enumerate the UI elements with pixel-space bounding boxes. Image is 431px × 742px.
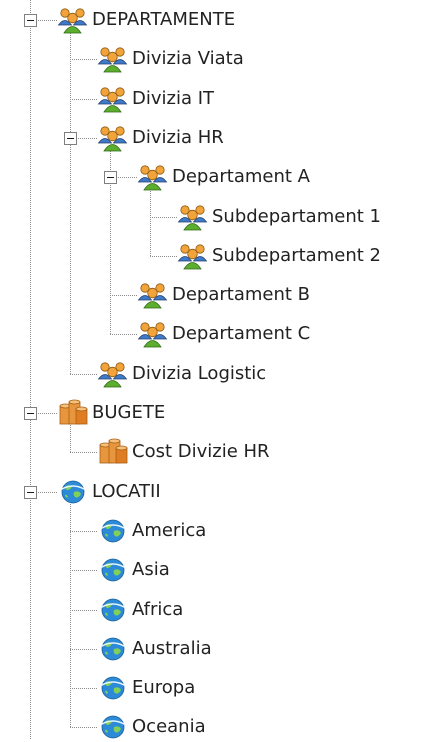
tree-node-cost-divizie-hr[interactable]: Cost Divizie HR <box>97 437 270 467</box>
tree-connector-horizontal <box>70 688 97 690</box>
globe-icon <box>97 674 129 702</box>
tree-node-subdepartament-1[interactable]: Subdepartament 1 <box>177 202 381 232</box>
tree-node-america[interactable]: America <box>97 516 206 546</box>
globe-icon <box>97 596 129 624</box>
tree-node-label: Subdepartament 2 <box>212 244 381 266</box>
tree-node-departament-b[interactable]: Departament B <box>137 280 310 310</box>
tree-node-label: Cost Divizie HR <box>132 441 270 463</box>
tree-node-label: Europa <box>132 677 196 699</box>
tree-node-label: Subdepartament 1 <box>212 205 381 227</box>
collapse-toggle-icon[interactable] <box>24 485 37 499</box>
globe-icon <box>97 517 129 545</box>
tree-node-departament-c[interactable]: Departament C <box>137 319 310 349</box>
tree-connector-vertical <box>150 189 151 256</box>
people-group-icon <box>137 320 169 348</box>
tree-node-asia[interactable]: Asia <box>97 555 170 585</box>
tree-connector-horizontal <box>70 452 97 454</box>
tree-node-label: Africa <box>132 598 184 620</box>
collapse-toggle-icon[interactable] <box>24 14 37 27</box>
globe-icon <box>97 713 129 741</box>
tree-node-divizia-logistic[interactable]: Divizia Logistic <box>97 359 266 389</box>
tree-connector-vertical <box>70 32 71 374</box>
people-group-icon <box>97 360 129 388</box>
tree-node-bugete[interactable]: BUGETE <box>57 398 165 428</box>
tree-node-label: Divizia HR <box>132 126 224 148</box>
tree-node-locatii[interactable]: LOCATII <box>57 477 161 507</box>
budget-cylinders-icon <box>57 399 89 427</box>
tree-node-label: Departament B <box>172 284 311 306</box>
tree-node-oceania[interactable]: Oceania <box>97 712 206 742</box>
tree-connector-vertical <box>30 0 31 739</box>
globe-icon <box>97 556 129 584</box>
tree-connector-horizontal <box>110 334 137 336</box>
people-group-icon <box>57 6 89 34</box>
tree-node-label: Departament C <box>172 323 311 345</box>
tree-connector-horizontal <box>150 216 177 218</box>
tree-connector-horizontal <box>70 530 97 532</box>
tree-node-africa[interactable]: Africa <box>97 595 183 625</box>
tree-node-label: Divizia IT <box>132 87 215 109</box>
tree-node-divizia-it[interactable]: Divizia IT <box>97 84 214 114</box>
tree-node-label: Australia <box>132 637 212 659</box>
tree-node-divizia-viata[interactable]: Divizia Viata <box>97 44 244 74</box>
tree-node-subdepartament-2[interactable]: Subdepartament 2 <box>177 241 381 271</box>
budget-cylinders-icon <box>97 438 129 466</box>
people-group-icon <box>97 45 129 73</box>
tree-node-label: Asia <box>132 559 170 581</box>
tree-node-europa[interactable]: Europa <box>97 673 195 703</box>
tree-node-departamente[interactable]: DEPARTAMENTE <box>57 5 235 35</box>
tree-connector-horizontal <box>70 570 97 572</box>
people-group-icon <box>97 85 129 113</box>
tree-connector-horizontal <box>110 295 137 297</box>
tree-node-australia[interactable]: Australia <box>97 634 212 664</box>
people-group-icon <box>137 281 169 309</box>
tree-node-divizia-hr[interactable]: Divizia HR <box>97 123 224 153</box>
tree-connector-horizontal <box>70 373 97 375</box>
tree-node-label: Divizia Logistic <box>132 362 267 384</box>
tree-connector-vertical <box>70 503 71 728</box>
tree-connector-vertical <box>70 425 71 453</box>
tree-connector-horizontal <box>150 255 177 257</box>
people-group-icon <box>177 242 209 270</box>
tree-connector-horizontal <box>70 98 97 100</box>
tree-node-label: BUGETE <box>92 402 166 423</box>
tree-node-label: Oceania <box>132 716 206 738</box>
globe-icon <box>57 478 89 506</box>
people-group-icon <box>137 163 169 191</box>
tree-node-label: LOCATII <box>92 480 161 502</box>
tree-connector-horizontal <box>70 648 97 650</box>
collapse-toggle-icon[interactable] <box>64 131 77 145</box>
collapse-toggle-icon[interactable] <box>104 171 117 185</box>
tree-connector-horizontal <box>70 727 97 729</box>
globe-icon <box>97 635 129 663</box>
tree-node-label: DEPARTAMENTE <box>92 9 236 30</box>
people-group-icon <box>177 203 209 231</box>
tree-node-label: America <box>132 519 207 541</box>
tree-connector-horizontal <box>70 59 97 61</box>
tree-node-label: Divizia Viata <box>132 48 244 70</box>
tree-node-label: Departament A <box>172 166 310 188</box>
tree-view: DEPARTAMENTE Divizia Viata Divizia IT Diviz… <box>0 0 431 739</box>
people-group-icon <box>97 124 129 152</box>
tree-connector-horizontal <box>70 609 97 611</box>
collapse-toggle-icon[interactable] <box>24 407 37 420</box>
tree-node-departament-a[interactable]: Departament A <box>137 162 310 192</box>
